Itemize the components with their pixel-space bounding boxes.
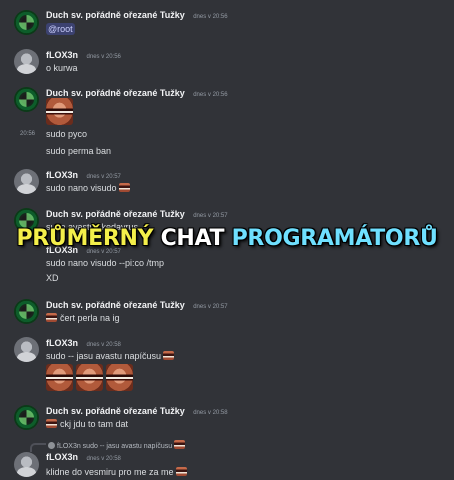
message-text: ckj jdu to tam dat — [60, 419, 129, 429]
reply-avatar — [48, 442, 55, 449]
grimace-sticker-icon[interactable] — [106, 364, 133, 391]
message-text: sudo nano visudo — [46, 183, 117, 193]
message-text: klidne do vesmiru pro me za me — [46, 467, 174, 477]
caption-word: PRŮMĚRNÝ — [16, 226, 154, 251]
reply-preview[interactable]: fLOX3n sudo -- jasu avastu napíčusu — [48, 440, 186, 450]
message-text: o kurwa — [46, 63, 78, 73]
message-text: XD — [46, 273, 59, 283]
message-text: sudo -- jasu avastu napíčusu — [46, 351, 162, 361]
username[interactable]: Duch sv. pořádně ořezané Tužky — [46, 406, 185, 416]
message-text: sudo perma ban — [46, 146, 112, 156]
avatar[interactable] — [14, 337, 39, 362]
timestamp: dnes v 20:56 — [86, 54, 121, 60]
timestamp: dnes v 20:56 — [193, 14, 228, 20]
timestamp: dnes v 20:58 — [86, 342, 121, 348]
avatar[interactable] — [14, 10, 39, 35]
username[interactable]: Duch sv. pořádně ořezané Tužky — [46, 10, 185, 20]
avatar[interactable] — [14, 452, 39, 477]
avatar[interactable] — [14, 169, 39, 194]
username[interactable]: Duch sv. pořádně ořezané Tužky — [46, 300, 185, 310]
grimace-emoji-icon — [163, 351, 175, 360]
grimace-emoji-icon — [46, 313, 57, 322]
grimace-emoji-icon — [175, 467, 187, 476]
avatar[interactable] — [14, 87, 39, 112]
grimace-emoji-icon — [46, 419, 57, 428]
avatar[interactable] — [14, 299, 39, 324]
role-mention[interactable]: @root — [46, 23, 75, 35]
message-text: sudo nano visudo --pi:co /tmp — [46, 258, 165, 268]
message-text: sudo pyco — [46, 129, 88, 139]
avatar[interactable] — [14, 49, 39, 74]
reply-text: fLOX3n sudo -- jasu avastu napíčusu — [57, 443, 173, 450]
caption-word: PROGRAMÁTORŮ — [231, 226, 438, 251]
username[interactable]: Duch sv. pořádně ořezané Tužky — [46, 88, 185, 98]
grimace-emoji-icon — [174, 440, 186, 449]
meme-caption: PRŮMĚRNÝ CHAT PROGRAMÁTORŮ — [0, 226, 454, 251]
username[interactable]: fLOX3n — [46, 452, 78, 462]
message-text: čert perla na ig — [60, 313, 120, 323]
username[interactable]: fLOX3n — [46, 50, 78, 60]
timestamp: dnes v 20:57 — [86, 174, 121, 180]
grimace-sticker-icon[interactable] — [46, 98, 73, 125]
timestamp: dnes v 20:57 — [193, 213, 228, 219]
timestamp: dnes v 20:58 — [86, 456, 121, 462]
timestamp: dnes v 20:56 — [193, 92, 228, 98]
avatar[interactable] — [14, 405, 39, 430]
reply-line — [30, 443, 46, 452]
timestamp: dnes v 20:58 — [193, 410, 228, 416]
grimace-sticker-icon[interactable] — [46, 364, 73, 391]
grimace-emoji-icon — [118, 183, 130, 192]
username[interactable]: Duch sv. pořádně ořezané Tužky — [46, 209, 185, 219]
timestamp: dnes v 20:57 — [193, 304, 228, 310]
username[interactable]: fLOX3n — [46, 338, 78, 348]
caption-word: CHAT — [160, 226, 225, 251]
hover-timestamp: 20:56 — [20, 131, 36, 137]
grimace-sticker-icon[interactable] — [76, 364, 103, 391]
username[interactable]: fLOX3n — [46, 170, 78, 180]
